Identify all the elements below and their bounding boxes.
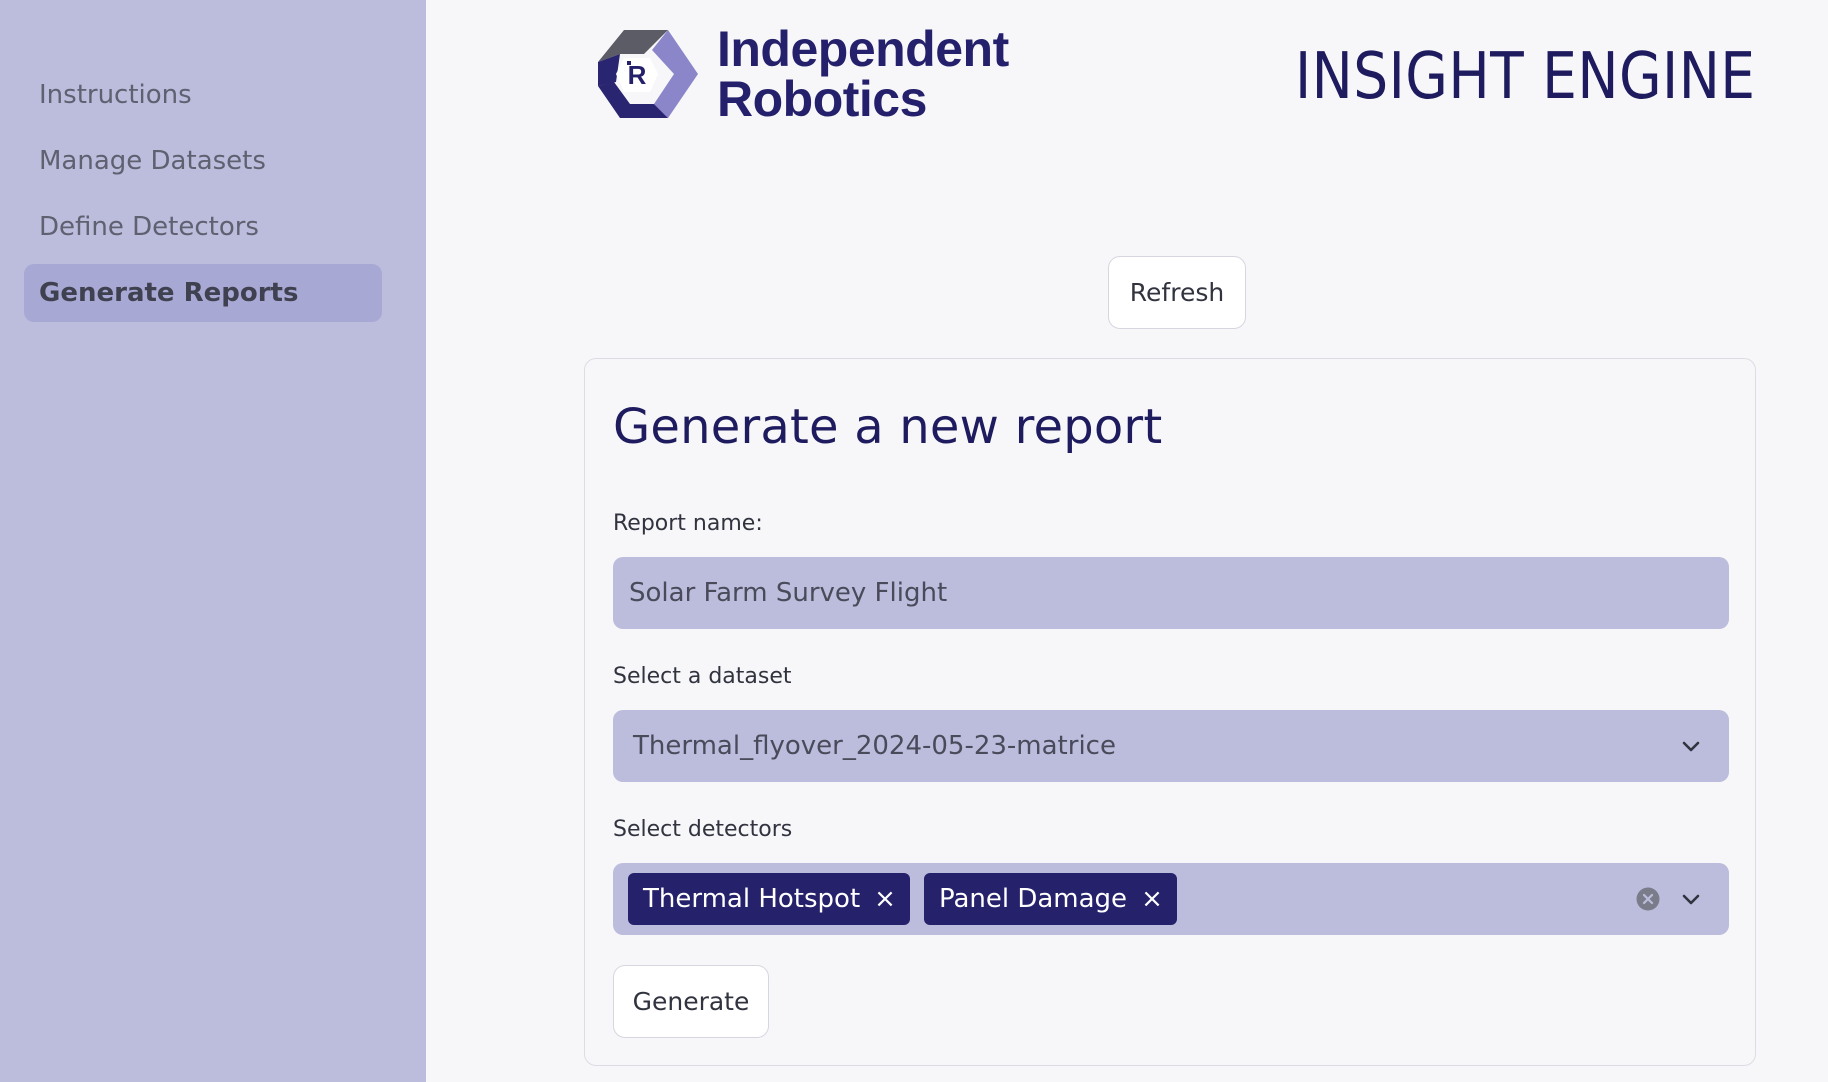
report-name-label: Report name:	[613, 511, 763, 536]
report-form-panel: Generate a new report Report name: Selec…	[584, 358, 1756, 1066]
remove-chip-icon[interactable]: ×	[874, 886, 896, 912]
logo-line-2: Robotics	[717, 71, 927, 127]
logo-line-1: Independent	[717, 21, 1009, 77]
detector-chip-thermal-hotspot: Thermal Hotspot ×	[628, 873, 910, 925]
chevron-down-icon[interactable]	[1671, 726, 1711, 766]
detector-chips: Thermal Hotspot × Panel Damage ×	[613, 873, 1635, 925]
detectors-label: Select detectors	[613, 817, 793, 842]
dataset-selected-value: Thermal_flyover_2024-05-23-matrice	[633, 731, 1116, 761]
sidebar: Instructions Manage Datasets Define Dete…	[0, 0, 426, 1082]
sidebar-item-generate-reports[interactable]: Generate Reports	[24, 264, 382, 322]
generate-button[interactable]: Generate	[613, 965, 769, 1038]
detector-chip-panel-damage: Panel Damage ×	[923, 873, 1177, 925]
detectors-multiselect[interactable]: Thermal Hotspot × Panel Damage ×	[613, 863, 1729, 935]
dataset-select[interactable]: Thermal_flyover_2024-05-23-matrice	[613, 710, 1729, 782]
sidebar-item-label: Generate Reports	[39, 278, 299, 308]
sidebar-item-label: Manage Datasets	[39, 146, 266, 176]
independent-robotics-logo-icon: R	[598, 30, 698, 118]
logo-wordmark: Independent Robotics	[717, 24, 1009, 124]
sidebar-item-label: Instructions	[39, 80, 192, 110]
chip-label: Thermal Hotspot	[643, 884, 861, 914]
dataset-label: Select a dataset	[613, 664, 792, 689]
chip-label: Panel Damage	[938, 884, 1128, 914]
remove-chip-icon[interactable]: ×	[1141, 886, 1163, 912]
sidebar-item-instructions[interactable]: Instructions	[24, 66, 382, 124]
sidebar-nav: Instructions Manage Datasets Define Dete…	[24, 66, 382, 330]
sidebar-item-label: Define Detectors	[39, 212, 259, 242]
report-name-input[interactable]	[613, 557, 1729, 629]
app-title: INSIGHT ENGINE	[1294, 40, 1755, 114]
sidebar-item-define-detectors[interactable]: Define Detectors	[24, 198, 382, 256]
sidebar-item-manage-datasets[interactable]: Manage Datasets	[24, 132, 382, 190]
company-logo: R Independent Robotics	[594, 24, 1009, 124]
clear-all-icon[interactable]	[1635, 886, 1661, 912]
refresh-button[interactable]: Refresh	[1108, 256, 1246, 329]
report-name-field	[613, 557, 1729, 629]
chevron-down-icon[interactable]	[1671, 879, 1711, 919]
panel-title: Generate a new report	[613, 399, 1163, 455]
